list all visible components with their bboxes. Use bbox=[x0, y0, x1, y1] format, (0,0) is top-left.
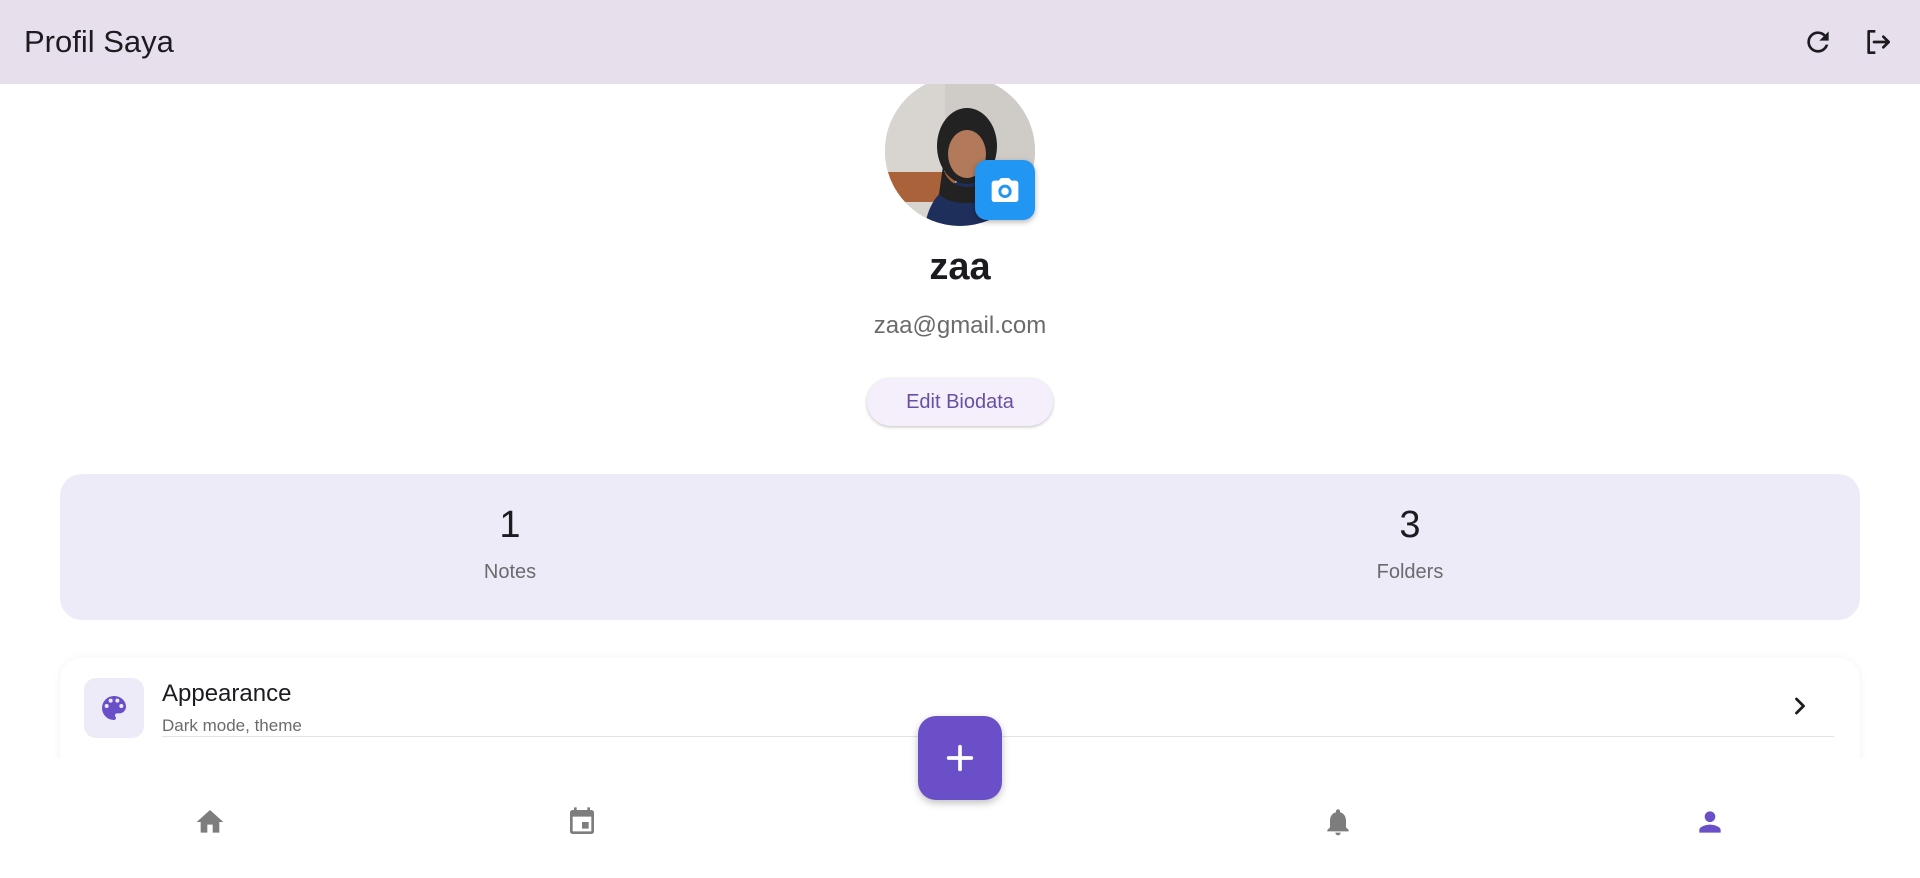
add-note-fab[interactable] bbox=[918, 716, 1002, 800]
bell-icon bbox=[1327, 809, 1349, 836]
nav-home[interactable] bbox=[180, 792, 240, 852]
stats-card: 1 Notes 3 Folders bbox=[60, 474, 1860, 620]
plus-icon bbox=[946, 744, 974, 772]
chevron-container bbox=[1786, 692, 1814, 725]
palette-icon bbox=[102, 696, 126, 720]
chevron-right-icon bbox=[1795, 697, 1805, 714]
profile-name: zaa bbox=[929, 246, 991, 288]
setting-title: Appearance bbox=[162, 680, 292, 707]
home-icon bbox=[196, 810, 224, 833]
logout-button[interactable] bbox=[1860, 24, 1896, 60]
person-icon bbox=[1699, 811, 1721, 833]
logout-icon bbox=[1867, 30, 1890, 54]
nav-notifications[interactable] bbox=[1308, 792, 1368, 852]
stat-folders[interactable]: 3 Folders bbox=[960, 474, 1860, 620]
appbar-actions bbox=[1800, 24, 1896, 60]
nav-calendar[interactable] bbox=[552, 792, 612, 852]
profile-content: zaa zaa@gmail.com Edit Biodata 1 Notes 3… bbox=[0, 84, 1920, 758]
setting-subtitle: Dark mode, theme bbox=[162, 716, 302, 735]
stat-notes[interactable]: 1 Notes bbox=[60, 474, 960, 620]
calendar-icon bbox=[570, 807, 594, 834]
refresh-icon bbox=[1807, 31, 1829, 53]
stat-value: 3 bbox=[1399, 504, 1421, 546]
nav-profile[interactable] bbox=[1680, 792, 1740, 852]
page-title: Profil Saya bbox=[24, 24, 174, 59]
refresh-button[interactable] bbox=[1800, 24, 1836, 60]
edit-biodata-button[interactable]: Edit Biodata bbox=[867, 378, 1053, 426]
camera-icon bbox=[991, 178, 1019, 202]
stat-label: Notes bbox=[483, 561, 537, 583]
setting-icon-container bbox=[84, 678, 144, 738]
change-photo-button[interactable] bbox=[975, 160, 1035, 220]
stat-value: 1 bbox=[499, 504, 521, 546]
app-bar: Profil Saya bbox=[0, 0, 1920, 84]
setting-text: Appearance Dark mode, theme bbox=[162, 680, 302, 736]
avatar-container bbox=[885, 84, 1035, 226]
stat-label: Folders bbox=[1376, 561, 1444, 583]
profile-email: zaa@gmail.com bbox=[873, 312, 1047, 339]
